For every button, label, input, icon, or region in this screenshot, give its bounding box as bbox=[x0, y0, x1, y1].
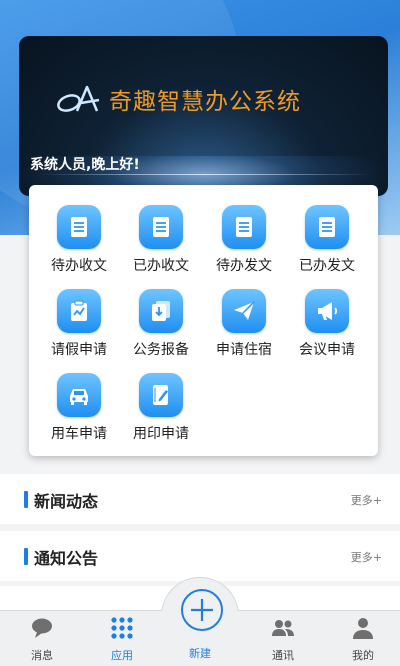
news-more-link[interactable]: 更多+ bbox=[351, 492, 382, 508]
notice-more-link[interactable]: 更多+ bbox=[351, 549, 382, 565]
document-icon bbox=[139, 205, 183, 249]
tab-contacts[interactable]: 通讯 bbox=[243, 611, 323, 666]
tab-apps[interactable]: 应用 bbox=[82, 611, 162, 666]
tab-mine[interactable]: 我的 bbox=[323, 611, 400, 666]
app-meeting-request[interactable]: 会议申请 bbox=[285, 289, 369, 369]
chat-bubble-icon bbox=[32, 618, 52, 638]
app-official-report[interactable]: 公务报备 bbox=[119, 289, 203, 369]
tab-messages[interactable]: 消息 bbox=[2, 611, 82, 666]
greeting: 系统人员,晚上好! bbox=[30, 157, 140, 173]
megaphone-icon bbox=[305, 289, 349, 333]
notice-section: 通知公告 更多+ bbox=[0, 531, 400, 581]
app-seal-request[interactable]: 用印申请 bbox=[119, 373, 203, 453]
user-icon bbox=[353, 618, 373, 639]
section-title: 通知公告 bbox=[34, 549, 99, 568]
app-pending-received[interactable]: 待办收文 bbox=[37, 205, 121, 285]
section-title: 新闻动态 bbox=[34, 492, 99, 511]
app-accommodation[interactable]: 申请住宿 bbox=[202, 289, 286, 369]
document-icon bbox=[57, 205, 101, 249]
app-done-received[interactable]: 已办收文 bbox=[119, 205, 203, 285]
tab-label: 消息 bbox=[31, 649, 53, 662]
brand: 奇趣智慧办公系统 bbox=[55, 82, 301, 116]
app-label: 请假申请 bbox=[51, 342, 107, 358]
app-vehicle-request[interactable]: 用车申请 bbox=[37, 373, 121, 453]
app-done-sent[interactable]: 已办发文 bbox=[285, 205, 369, 285]
section-accent-bar bbox=[24, 491, 28, 508]
app-label: 会议申请 bbox=[299, 342, 355, 358]
notebook-pen-icon bbox=[139, 373, 183, 417]
app-label: 已办收文 bbox=[133, 258, 189, 274]
section-accent-bar bbox=[24, 548, 28, 565]
news-section: 新闻动态 更多+ bbox=[0, 474, 400, 524]
tab-new[interactable] bbox=[181, 589, 223, 631]
app-grid: 待办收文 已办收文 待办发文 已办发文 请假申请 公务报备 申请住宿 会议申请 … bbox=[29, 185, 378, 456]
app-label: 待办收文 bbox=[51, 258, 107, 274]
brand-name: 奇趣智慧办公系统 bbox=[109, 89, 301, 115]
banner-light-line bbox=[39, 174, 369, 175]
document-icon bbox=[305, 205, 349, 249]
app-pending-sent[interactable]: 待办发文 bbox=[202, 205, 286, 285]
car-icon bbox=[57, 373, 101, 417]
leave-clipboard-icon bbox=[57, 289, 101, 333]
app-label: 已办发文 bbox=[299, 258, 355, 274]
contacts-icon bbox=[272, 620, 294, 636]
report-download-icon bbox=[139, 289, 183, 333]
app-label: 待办发文 bbox=[216, 258, 272, 274]
app-label: 用车申请 bbox=[51, 426, 107, 442]
tab-label: 通讯 bbox=[272, 649, 294, 662]
document-icon bbox=[222, 205, 266, 249]
banner: 奇趣智慧办公系统 系统人员,晚上好! bbox=[19, 36, 388, 196]
tab-label: 应用 bbox=[111, 649, 133, 662]
logo-icon bbox=[57, 85, 100, 112]
plus-icon bbox=[191, 599, 213, 621]
app-label: 用印申请 bbox=[133, 426, 189, 442]
app-leave-request[interactable]: 请假申请 bbox=[37, 289, 121, 369]
app-label: 申请住宿 bbox=[216, 342, 272, 358]
tab-label: 我的 bbox=[352, 649, 374, 662]
paper-plane-icon bbox=[222, 289, 266, 333]
app-label: 公务报备 bbox=[133, 342, 189, 358]
tab-new-label: 新建 bbox=[189, 647, 211, 660]
app-grid-icon bbox=[111, 617, 133, 639]
